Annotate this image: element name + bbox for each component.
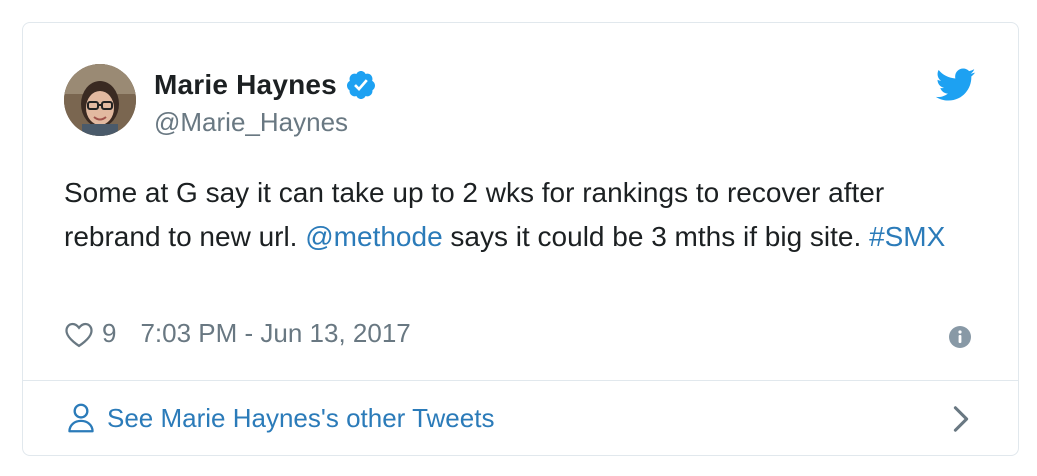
- avatar[interactable]: [64, 64, 136, 136]
- mention-link[interactable]: @methode: [305, 221, 442, 252]
- tweet-card: Marie Haynes @Marie_Haynes Some at G say…: [22, 22, 1019, 456]
- avatar-image: [64, 64, 136, 136]
- author-row[interactable]: Marie Haynes: [154, 69, 377, 101]
- twitter-bird-icon[interactable]: [936, 68, 976, 102]
- heart-icon[interactable]: [64, 320, 94, 348]
- tweet-text-part: says it could be 3 mths if big site.: [442, 221, 870, 252]
- person-icon: [68, 403, 94, 433]
- tweet-meta: 9 7:03 PM - Jun 13, 2017: [64, 318, 411, 349]
- author-name[interactable]: Marie Haynes: [154, 69, 337, 101]
- see-other-tweets-label[interactable]: See Marie Haynes's other Tweets: [107, 403, 494, 434]
- chevron-right-icon[interactable]: [952, 405, 970, 433]
- verified-badge-icon: [346, 71, 375, 99]
- author-handle[interactable]: @Marie_Haynes: [154, 107, 348, 138]
- see-other-tweets-link[interactable]: See Marie Haynes's other Tweets: [23, 381, 1018, 455]
- hashtag-link[interactable]: #SMX: [869, 221, 945, 252]
- tweet-text: Some at G say it can take up to 2 wks fo…: [64, 171, 964, 259]
- tweet-timestamp[interactable]: 7:03 PM - Jun 13, 2017: [140, 318, 410, 349]
- info-icon[interactable]: [948, 325, 972, 349]
- like-count[interactable]: 9: [102, 318, 116, 349]
